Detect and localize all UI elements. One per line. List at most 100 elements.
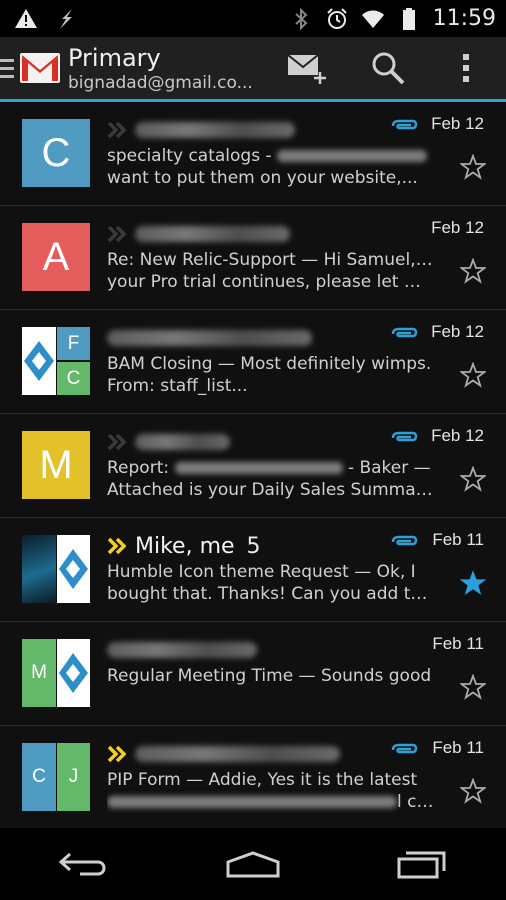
compose-button[interactable] [286,49,330,87]
star-icon[interactable] [460,466,486,492]
avatar: A [22,223,90,291]
avatar [22,535,90,603]
gmail-logo-icon[interactable] [19,47,61,89]
search-icon [372,52,405,85]
star-icon-active[interactable] [460,570,486,596]
sender-line [107,116,295,144]
attachment-icon [391,327,418,338]
sender-name: Mike, me [135,533,235,559]
status-clock: 11:59 [432,6,496,31]
conversation-date: Feb 11 [432,738,484,757]
star-icon[interactable] [460,674,486,700]
conversation-item[interactable]: F C Feb 12 BAM Closing — Most definitely… [0,310,506,414]
avatar-tile: F [57,327,90,360]
conversation-snippet: Report: - Baker — Attached is your Daily… [107,458,435,500]
conversation-snippet: specialty catalogs - want to put them on… [107,145,435,189]
sender-line: Mike, me 5 [107,532,261,560]
logo-tile [22,327,56,395]
conversation-snippet: Humble Icon theme Request — Ok, I bought… [107,562,435,604]
conversation-item[interactable]: A Feb 12 Re: New Relic-Support — Hi Samu… [0,206,506,310]
importance-marker-icon [107,121,127,139]
home-button[interactable] [223,844,283,884]
action-bar: Primary bignadad@gmail.co... [0,37,506,102]
attachment-icon [391,119,418,130]
conversation-item[interactable]: M Feb 12 Report: - Baker — Attached is y… [0,414,506,518]
conversation-item[interactable]: C J Feb 11 PIP Form — Addie, Yes it is t… [0,726,506,828]
redacted-text [107,796,397,808]
avatar: C [22,119,90,187]
conversation-date: Feb 11 [432,634,484,653]
search-button[interactable] [366,49,410,87]
avatar: M [22,431,90,499]
lightning-icon [60,8,72,29]
conversation-item[interactable]: C Feb 12 specialty catalogs - want to pu… [0,102,506,206]
importance-marker-icon [107,537,127,555]
sender-line [107,428,230,456]
sender-redacted [135,434,230,450]
sender-line [107,324,312,352]
sender-redacted [135,746,340,762]
redacted-text [277,150,428,162]
avatar: F C [22,327,90,395]
account-switcher[interactable]: Primary bignadad@gmail.co... [68,43,268,93]
avatar-tile: C [22,743,56,811]
message-count: 5 [246,533,261,559]
page-title: Primary [68,44,161,72]
attachment-icon [391,431,418,442]
wifi-icon [361,10,384,28]
sender-line [107,740,340,768]
bluetooth-icon [294,7,308,30]
conversation-item[interactable]: M Feb 11 Regular Meeting Time — Sounds g… [0,622,506,726]
compose-icon [287,54,326,84]
sender-line [107,636,257,664]
sender-redacted [107,330,312,346]
avatar-tile: M [22,639,56,707]
attachment-icon [391,743,418,754]
conversation-snippet: BAM Closing — Most definitely wimps. Fro… [107,354,432,396]
company-logo-icon [24,341,54,381]
sender-line [107,220,290,248]
logo-tile [57,535,90,603]
logo-tile [57,639,90,707]
home-icon [226,851,280,878]
conversation-snippet: PIP Form — Addie, Yes it is the latest l… [107,770,435,812]
conversation-snippet: Regular Meeting Time — Sounds good [107,666,432,686]
company-logo-icon [59,549,88,589]
system-nav-bar [0,828,506,900]
conversation-date: Feb 12 [431,114,484,133]
avatar-tile: J [57,743,90,811]
alarm-icon [326,7,347,29]
avatar: C J [22,743,90,811]
avatar-tile: C [57,362,90,395]
star-icon[interactable] [460,154,486,180]
sender-redacted [135,226,290,242]
back-icon [59,852,106,876]
conversation-date: Feb 12 [431,322,484,341]
conversation-snippet: Re: New Relic-Support — Hi Samuel, As yo… [107,250,435,292]
conversation-date: Feb 11 [432,530,484,549]
overflow-menu-icon [463,54,469,82]
importance-marker-icon [107,225,127,243]
battery-icon [402,7,415,30]
avatar: M [22,639,90,707]
contact-photo [22,535,56,603]
conversation-item[interactable]: Mike, me 5 Feb 11 Humble Icon theme Requ… [0,518,506,622]
star-icon[interactable] [460,362,486,388]
company-logo-icon [59,653,88,693]
importance-marker-icon [107,433,127,451]
warning-icon [15,8,37,28]
star-icon[interactable] [460,778,486,804]
back-button[interactable] [54,844,114,884]
conversation-date: Feb 12 [431,218,484,237]
overflow-menu-button[interactable] [444,49,488,87]
conversation-list: C Feb 12 specialty catalogs - want to pu… [0,102,506,828]
account-email: bignadad@gmail.co... [68,73,253,93]
conversation-date: Feb 12 [431,426,484,445]
sender-redacted [135,122,295,138]
sender-redacted [107,642,257,658]
recents-button[interactable] [392,844,452,884]
redacted-text [174,462,343,474]
drawer-indicator-icon[interactable] [0,59,14,79]
star-icon[interactable] [460,258,486,284]
importance-marker-icon [107,745,127,763]
